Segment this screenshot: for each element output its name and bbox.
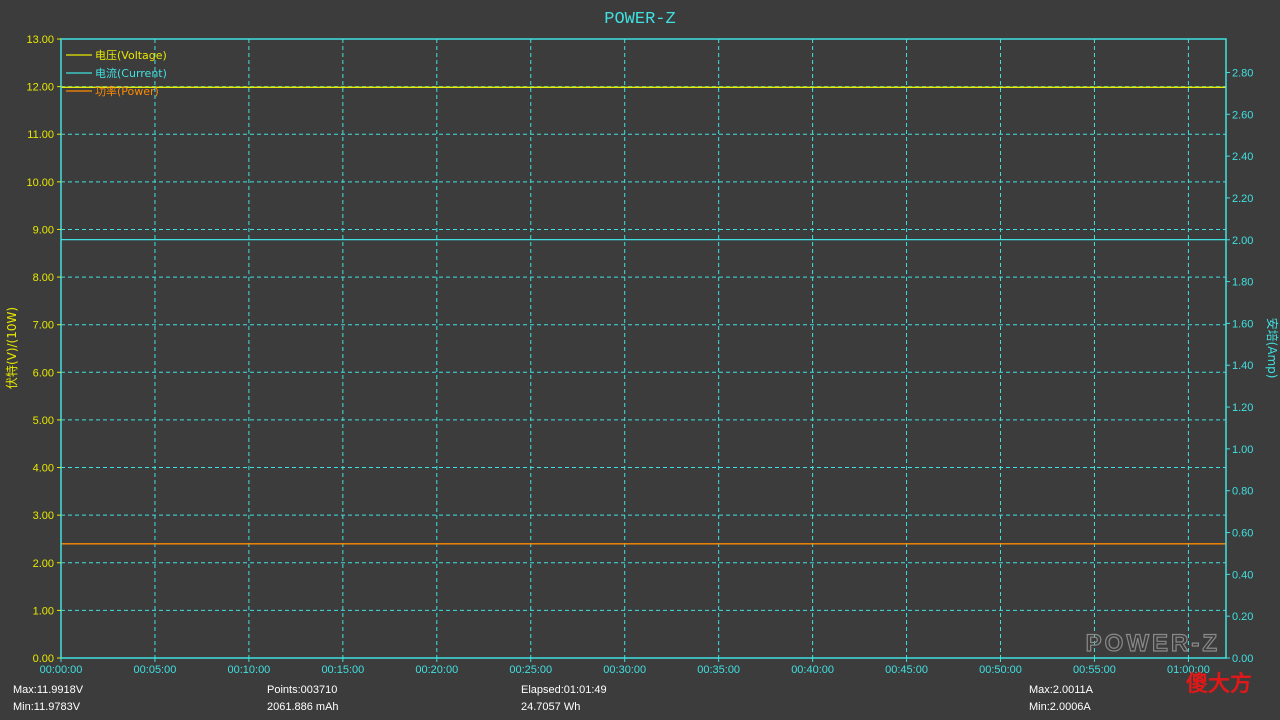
elapsed-stats: Elapsed:01:01:49 24.7057 Wh bbox=[521, 682, 607, 716]
voltage-max: Max:11.9918V bbox=[13, 684, 84, 696]
energy-wh: 24.7057 Wh bbox=[521, 701, 581, 713]
x-tick-label: 00:05:00 bbox=[134, 664, 177, 676]
x-tick-label: 00:25:00 bbox=[509, 664, 552, 676]
elapsed-time: Elapsed:01:01:49 bbox=[521, 684, 607, 696]
x-axis: 00:00:00 00:05:00 00:10:00 00:15:00 00:20:00… bbox=[40, 658, 1210, 676]
left-tick-label: 10.00 bbox=[26, 177, 54, 189]
x-tick-label: 00:45:00 bbox=[885, 664, 928, 676]
x-tick-label: 00:30:00 bbox=[603, 664, 646, 676]
right-tick-label: 0.40 bbox=[1232, 569, 1253, 581]
right-tick-label: 1.20 bbox=[1232, 402, 1253, 414]
right-tick-label: 1.60 bbox=[1232, 318, 1253, 330]
x-tick-label: 00:55:00 bbox=[1073, 664, 1116, 676]
left-tick-label: 11.00 bbox=[27, 129, 54, 141]
left-tick-label: 13.00 bbox=[26, 34, 54, 46]
watermark-text: 傻大方 bbox=[1186, 672, 1253, 697]
y-axis-label-left: 伏特(V)/(10W) bbox=[4, 307, 19, 389]
right-tick-label: 0.80 bbox=[1232, 486, 1253, 498]
x-tick-label: 00:40:00 bbox=[791, 664, 834, 676]
left-tick-label: 3.00 bbox=[33, 510, 54, 522]
x-tick-label: 00:20:00 bbox=[415, 664, 458, 676]
chart-title: POWER-Z bbox=[604, 10, 675, 29]
watermark-logo: POWER-Z bbox=[1086, 630, 1220, 657]
right-tick-label: 2.80 bbox=[1232, 67, 1253, 79]
right-tick-label: 1.00 bbox=[1232, 444, 1253, 456]
left-tick-label: 7.00 bbox=[33, 320, 54, 332]
x-tick-label: 00:00:00 bbox=[40, 664, 83, 676]
voltage-stats: Max:11.9918V Min:11.9783V bbox=[13, 682, 83, 716]
left-axis: 0.001.002.003.004.005.006.007.008.009.00… bbox=[26, 34, 61, 665]
x-tick-label: 00:10:00 bbox=[227, 664, 270, 676]
x-tick-label: 00:35:00 bbox=[697, 664, 740, 676]
legend-power: 功率(Power) bbox=[95, 84, 159, 98]
right-tick-label: 0.20 bbox=[1232, 611, 1253, 623]
right-tick-label: 1.80 bbox=[1232, 277, 1253, 289]
points-count: Points:003710 bbox=[267, 684, 338, 696]
x-tick-label: 00:50:00 bbox=[979, 664, 1022, 676]
left-tick-label: 5.00 bbox=[33, 415, 54, 427]
x-tick-label: 00:15:00 bbox=[321, 664, 364, 676]
right-tick-label: 2.00 bbox=[1232, 235, 1253, 247]
power-chart: POWER-Z 0.00 1.00 2.00 3.00 4.00 5.00 6.00 7.00… bbox=[4, 10, 1280, 676]
current-stats: Max:2.0011A Min:2.0006A bbox=[1029, 682, 1093, 716]
right-tick-label: 0.60 bbox=[1232, 528, 1253, 540]
voltage-min: Min:11.9783V bbox=[13, 701, 81, 713]
y-axis-label-right: 安培(Amp) bbox=[1265, 318, 1280, 379]
series-layer bbox=[61, 86, 1226, 545]
right-tick-label: 2.20 bbox=[1232, 193, 1253, 205]
capacity-mah: 2061.886 mAh bbox=[267, 701, 339, 713]
current-max: Max:2.0011A bbox=[1029, 684, 1094, 696]
left-tick-label: 1.00 bbox=[33, 605, 54, 617]
points-stats: Points:003710 2061.886 mAh bbox=[267, 682, 339, 716]
legend-voltage: 电压(Voltage) bbox=[95, 49, 167, 62]
left-tick-label: 9.00 bbox=[33, 224, 54, 236]
left-tick-label: 2.00 bbox=[33, 558, 54, 570]
right-tick-label: 2.40 bbox=[1232, 151, 1253, 163]
current-min: Min:2.0006A bbox=[1029, 701, 1091, 713]
left-tick-label: 4.00 bbox=[33, 463, 54, 475]
left-tick-label: 12.00 bbox=[26, 82, 54, 94]
plot-frame bbox=[60, 38, 1227, 659]
legend-current: 电流(Current) bbox=[95, 66, 167, 80]
right-tick-label: 0.00 bbox=[1232, 653, 1253, 665]
left-tick-label: 6.00 bbox=[33, 367, 54, 379]
legend: 电压(Voltage) 电流(Current) 功率(Power) bbox=[66, 49, 167, 98]
right-axis: 0.00 0.20 0.40 0.60 0.80 1.00 1.20 1.40 1.60 1.80… bbox=[1226, 67, 1253, 665]
grid bbox=[61, 39, 1226, 658]
right-tick-label: 2.60 bbox=[1232, 109, 1253, 121]
left-tick-label: 8.00 bbox=[33, 272, 54, 284]
right-tick-label: 1.40 bbox=[1232, 360, 1253, 372]
